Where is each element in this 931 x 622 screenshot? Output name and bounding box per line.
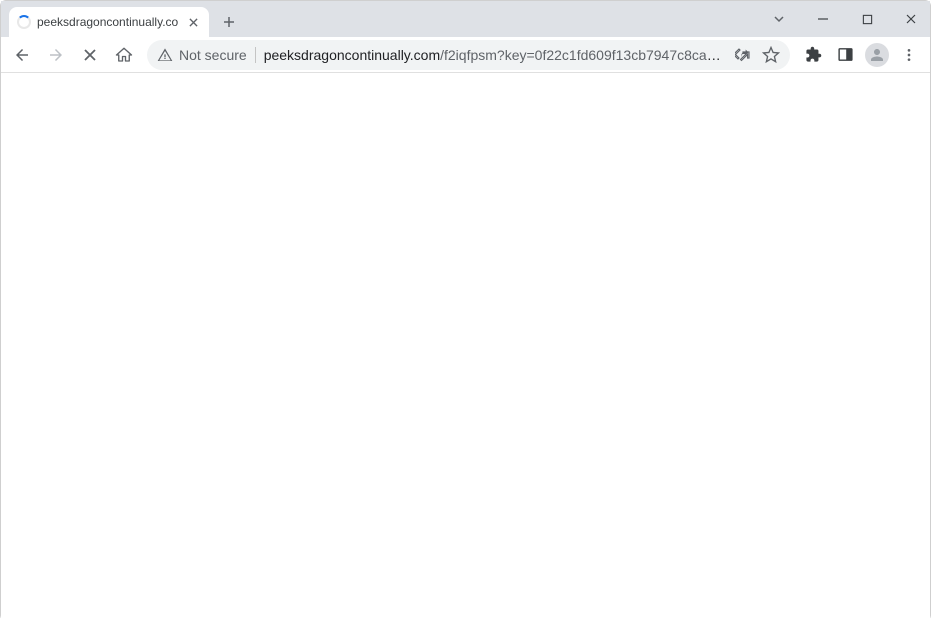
close-window-button[interactable] bbox=[898, 6, 924, 32]
extensions-button[interactable] bbox=[798, 40, 828, 70]
omnibox-actions bbox=[735, 46, 780, 64]
toolbar-right bbox=[798, 40, 924, 70]
security-label: Not secure bbox=[179, 47, 247, 63]
address-bar[interactable]: Not secure peeksdragoncontinually.com/f2… bbox=[147, 40, 790, 70]
url-text: peeksdragoncontinually.com/f2iqfpsm?key=… bbox=[264, 47, 727, 63]
side-panel-button[interactable] bbox=[830, 40, 860, 70]
url-path: /f2iqfpsm?key=0f22c1fd609f13cb7947c8cabf… bbox=[440, 47, 727, 63]
tab-close-button[interactable] bbox=[185, 14, 201, 30]
loading-spinner-icon bbox=[17, 15, 31, 29]
not-secure-warning-icon bbox=[157, 47, 173, 63]
maximize-button[interactable] bbox=[854, 6, 880, 32]
share-icon[interactable] bbox=[735, 46, 752, 63]
window-controls bbox=[766, 1, 924, 37]
toolbar: Not secure peeksdragoncontinually.com/f2… bbox=[1, 37, 930, 73]
home-button[interactable] bbox=[109, 40, 139, 70]
page-content bbox=[1, 73, 930, 622]
profile-button[interactable] bbox=[862, 40, 892, 70]
omnibox-divider bbox=[255, 47, 256, 63]
tab-search-button[interactable] bbox=[766, 6, 792, 32]
tab-title: peeksdragoncontinually.com/f2i bbox=[37, 15, 179, 29]
stop-reload-button[interactable] bbox=[75, 40, 105, 70]
avatar-icon bbox=[865, 43, 889, 67]
security-indicator[interactable]: Not secure bbox=[157, 47, 247, 63]
back-button[interactable] bbox=[7, 40, 37, 70]
menu-button[interactable] bbox=[894, 40, 924, 70]
url-domain: peeksdragoncontinually.com bbox=[264, 47, 440, 63]
bookmark-star-icon[interactable] bbox=[762, 46, 780, 64]
new-tab-button[interactable] bbox=[215, 8, 243, 36]
forward-button[interactable] bbox=[41, 40, 71, 70]
tab-strip: peeksdragoncontinually.com/f2i bbox=[1, 1, 930, 37]
minimize-button[interactable] bbox=[810, 6, 836, 32]
browser-tab[interactable]: peeksdragoncontinually.com/f2i bbox=[9, 7, 209, 37]
